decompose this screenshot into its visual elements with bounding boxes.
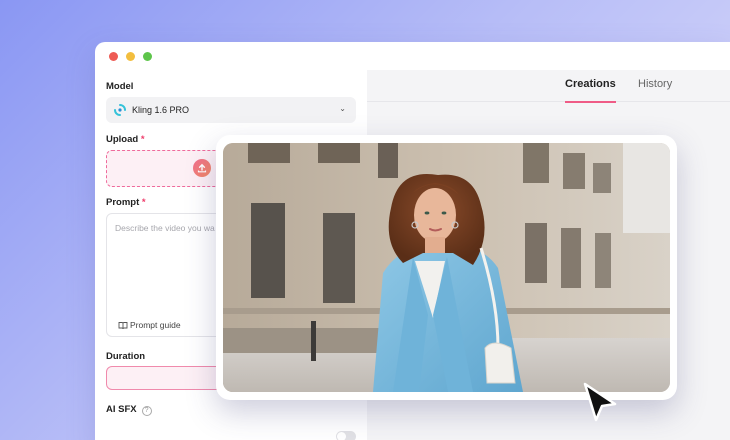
preview-card [216, 135, 677, 400]
tab-history[interactable]: History [638, 78, 672, 101]
title-bar [95, 42, 730, 70]
close-window-button[interactable] [109, 52, 118, 61]
model-select[interactable]: Kling 1.6 PRO ⌄ [106, 97, 356, 123]
upload-label: Upload * [106, 134, 145, 145]
prompt-label: Prompt * [106, 197, 146, 208]
zoom-window-button[interactable] [143, 52, 152, 61]
model-label: Model [106, 81, 134, 92]
cursor-arrow-icon [583, 382, 617, 422]
output-tabs: Creations History [367, 70, 730, 103]
generated-preview-image[interactable] [223, 143, 670, 392]
book-icon [118, 322, 128, 330]
toggle-knob [337, 432, 346, 440]
prompt-placeholder: Describe the video you wa [115, 223, 215, 233]
info-icon[interactable]: ? [141, 406, 152, 416]
upload-icon [193, 159, 211, 177]
preview-illustration [223, 143, 670, 392]
model-value: Kling 1.6 PRO [132, 105, 190, 115]
duration-label: Duration [106, 351, 146, 362]
prompt-guide-link[interactable]: Prompt guide [118, 320, 181, 330]
ai-sfx-toggle[interactable] [336, 431, 356, 440]
ai-sfx-label: AI SFX? [106, 404, 152, 416]
minimize-window-button[interactable] [126, 52, 135, 61]
chevron-down-icon: ⌄ [339, 104, 346, 113]
tab-creations[interactable]: Creations [565, 78, 616, 103]
kling-logo-icon [114, 104, 126, 116]
